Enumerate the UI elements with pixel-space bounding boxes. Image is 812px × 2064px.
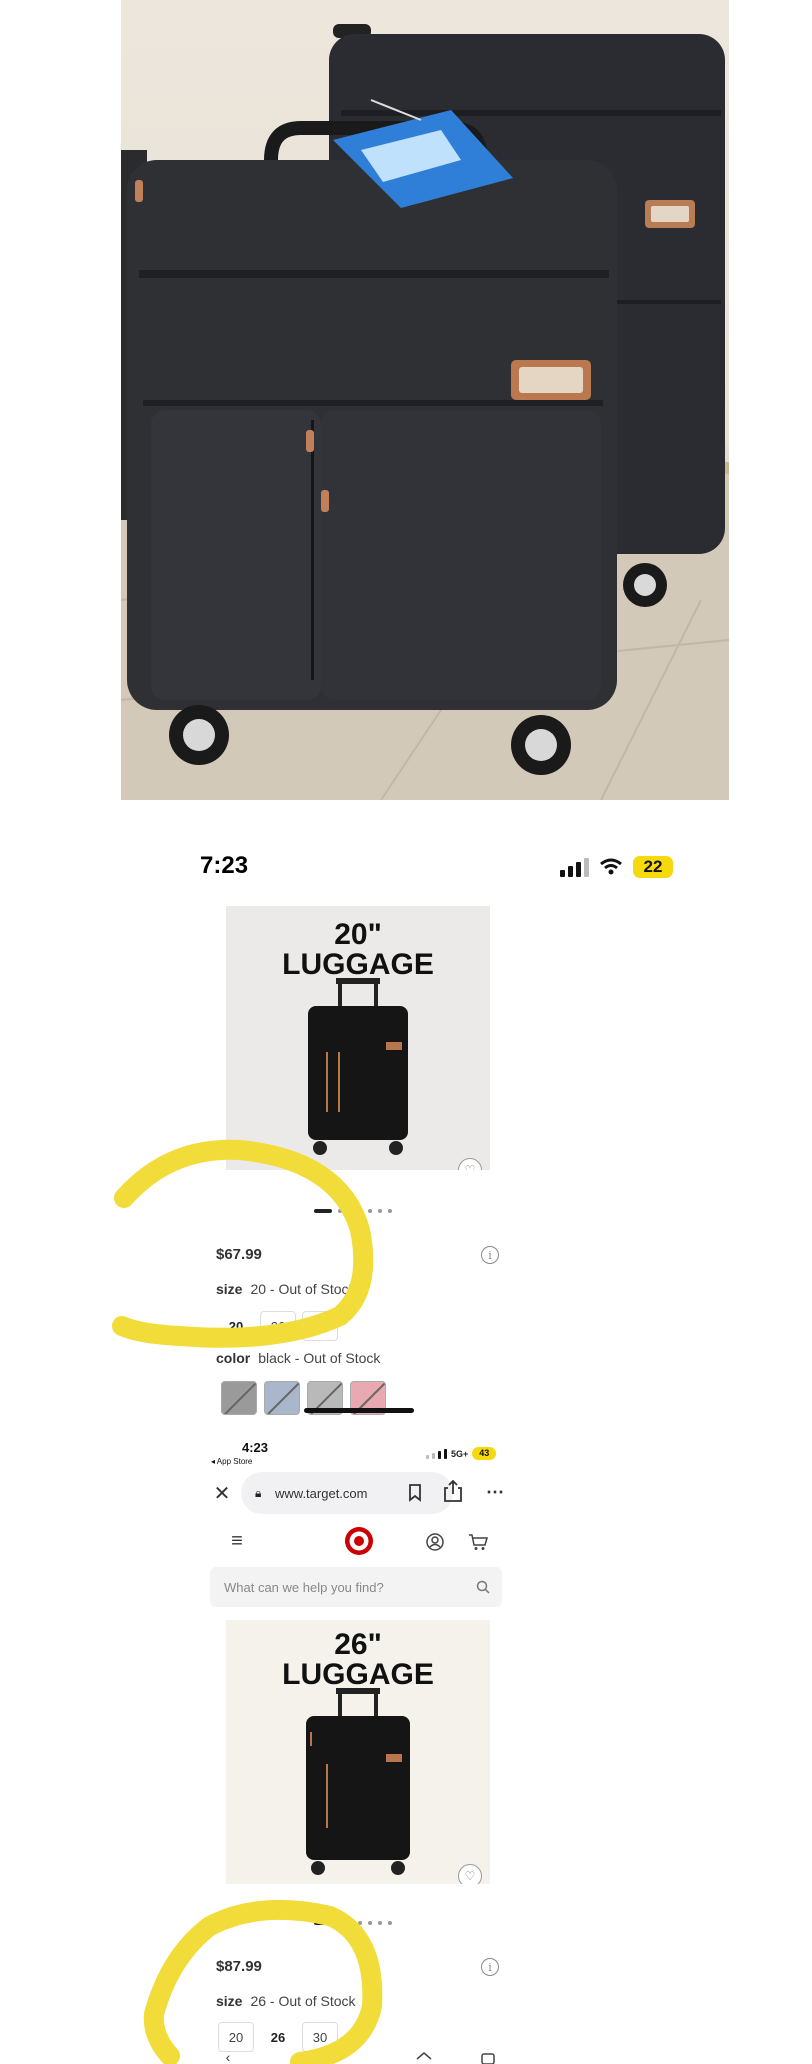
product-title-size: 20" [334, 918, 382, 951]
product-title-word: LUGGAGE [282, 1658, 434, 1691]
product-price: $67.99 [216, 1246, 262, 1263]
color-swatch-blue[interactable] [264, 1381, 300, 1415]
close-icon[interactable]: ✕ [210, 1481, 234, 1505]
status-time: 7:23 [200, 852, 249, 879]
status-time-small: 4:23 [242, 1440, 269, 1455]
tabs-icon[interactable] [481, 2053, 495, 2064]
suitcase-product-icon [306, 1688, 410, 1875]
lock-icon: 🔒︎ [255, 1485, 262, 1500]
size-row: size 20 - Out of Stock [216, 1281, 356, 1297]
color-label: color [216, 1350, 251, 1366]
battery-indicator: 22 [633, 856, 673, 878]
account-icon[interactable] [426, 1533, 444, 1551]
status-icons-small: 5G+ 43 [426, 1447, 497, 1460]
product-price: $87.99 [216, 1958, 262, 1975]
size-option-26[interactable]: 26 [260, 1311, 296, 1341]
size-label: size [216, 1993, 243, 2009]
size-label: size [216, 1281, 243, 1297]
cart-icon[interactable] [468, 1533, 488, 1551]
battery-indicator-small: 43 [472, 1447, 497, 1460]
wifi-icon [600, 858, 622, 875]
size-option-20[interactable]: 20 [218, 2022, 254, 2052]
size-option-30[interactable]: 30 [302, 1311, 338, 1341]
product-image-26[interactable]: 26" LUGGAGE ♡ [226, 1620, 490, 1884]
suitcase-illustration [121, 24, 729, 800]
url-text: www.target.com [275, 1485, 368, 1501]
favorite-heart-icon[interactable]: ♡ [458, 1158, 482, 1170]
status-icons: 22 [560, 856, 673, 878]
menu-icon[interactable]: ≡ [226, 1530, 248, 1552]
target-logo-icon[interactable] [344, 1526, 374, 1556]
suitcase-photo [121, 0, 729, 800]
info-icon[interactable]: i [481, 1246, 499, 1264]
bookmark-icon[interactable] [408, 1484, 422, 1502]
signal-icon-small [426, 1448, 447, 1459]
product-image-20[interactable]: 20" LUGGAGE ♡ [226, 906, 490, 1170]
product-title-word: LUGGAGE [282, 948, 434, 981]
back-to-app-store[interactable]: ◂ App Store [211, 1457, 252, 1466]
size-value: 26 - Out of Stock [250, 1993, 356, 2009]
color-row: color black - Out of Stock [216, 1350, 380, 1366]
small-suitcase [127, 121, 617, 775]
product-title-size: 26" [334, 1628, 382, 1661]
signal-icon [560, 857, 589, 877]
size-option-20[interactable]: 20 [218, 1311, 254, 1341]
carousel-dots[interactable] [314, 1921, 392, 1925]
color-swatch-gray[interactable] [221, 1381, 257, 1415]
home-icon[interactable] [416, 2052, 432, 2064]
size-row: size 26 - Out of Stock [216, 1993, 356, 2009]
back-icon[interactable]: ‹ [220, 2049, 236, 2064]
color-value: black - Out of Stock [258, 1350, 381, 1366]
search-icon[interactable] [476, 1580, 490, 1594]
forward-icon[interactable]: › [286, 2049, 302, 2064]
favorite-heart-icon[interactable]: ♡ [458, 1864, 482, 1884]
share-icon[interactable] [444, 1480, 462, 1502]
size-option-26[interactable]: 26 [260, 2022, 296, 2052]
size-value: 20 - Out of Stock [250, 1281, 356, 1297]
more-icon[interactable]: ⋯ [484, 1482, 506, 1502]
network-type: 5G+ [451, 1448, 469, 1459]
search-input[interactable]: What can we help you find? [210, 1567, 502, 1607]
suitcase-product-icon [308, 978, 408, 1155]
home-indicator [304, 1408, 414, 1413]
info-icon[interactable]: i [481, 1958, 499, 1976]
carousel-dots[interactable] [314, 1209, 392, 1213]
size-option-30[interactable]: 30 [302, 2022, 338, 2052]
